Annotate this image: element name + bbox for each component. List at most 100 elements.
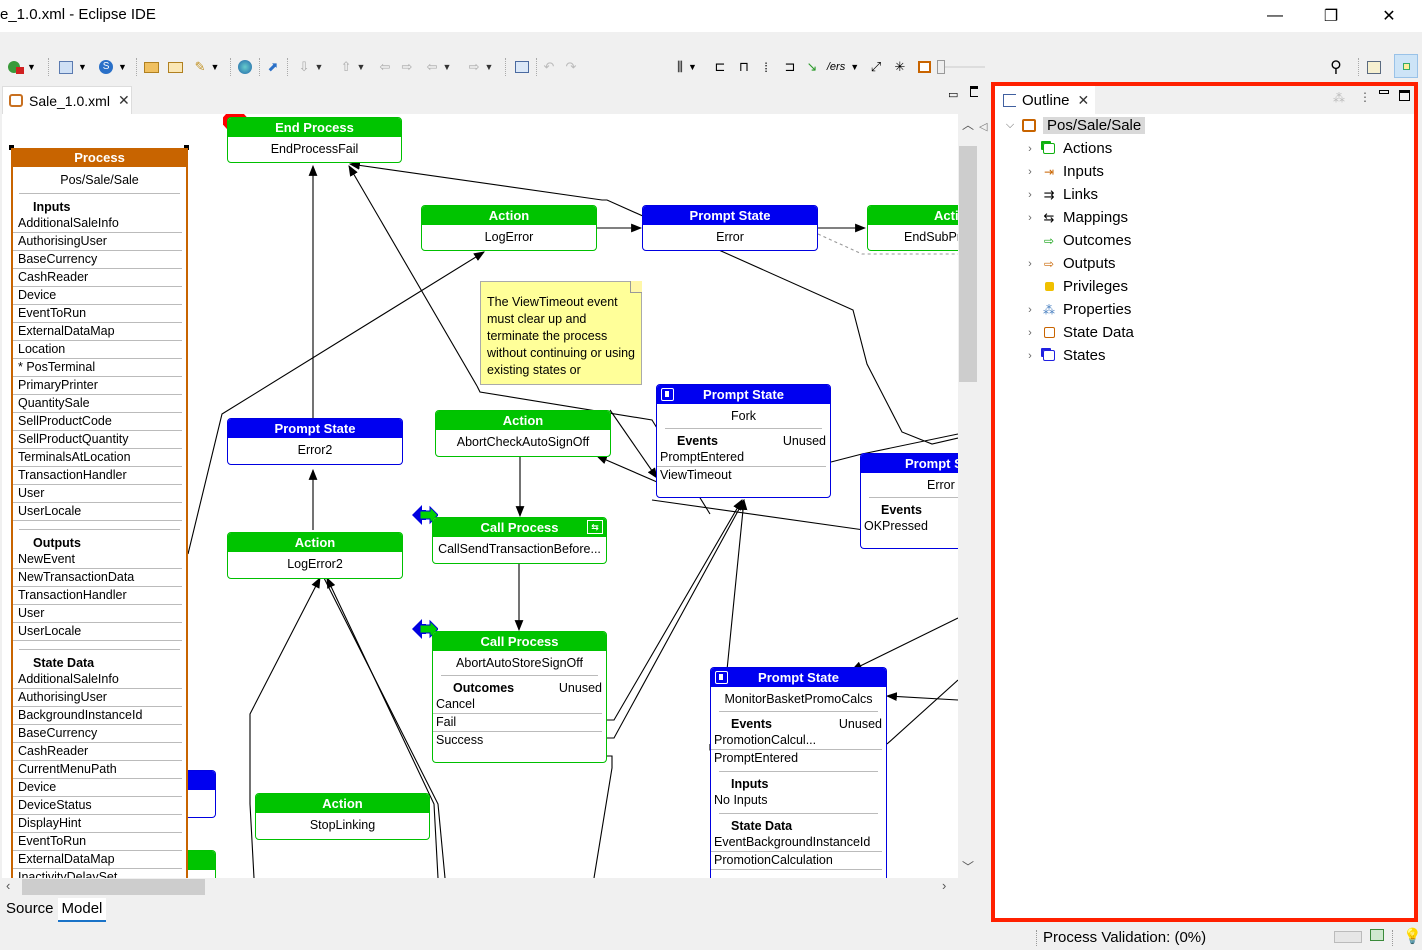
close-outline-icon[interactable]: ✕	[1078, 92, 1090, 109]
new-wizard-icon[interactable]: ▼	[56, 57, 90, 77]
process-state-data-row[interactable]: AuthorisingUser	[13, 689, 182, 707]
tip-lightbulb-icon[interactable]: 💡	[1403, 927, 1422, 945]
export-icon[interactable]: ⇧ ▼	[336, 57, 370, 77]
redo-icon[interactable]: ↷	[562, 57, 580, 77]
process-input-row[interactable]: User	[13, 485, 182, 503]
process-state-data-row[interactable]: CurrentMenuPath	[13, 761, 182, 779]
scroll-down-icon[interactable]: ﹀	[962, 858, 974, 875]
process-input-row[interactable]: SellProductQuantity	[13, 431, 182, 449]
node-prompt-monitor[interactable]: Prompt State MonitorBasketPromoCalcs Eve…	[710, 667, 887, 878]
background-tasks-icon[interactable]	[1370, 929, 1384, 941]
tree-item-properties[interactable]: › ⁂ Properties	[995, 298, 1414, 321]
expand-icon[interactable]: ⤢	[866, 57, 886, 77]
node-action-endsub[interactable]: Acti EndSubPr	[867, 205, 958, 251]
globe-icon[interactable]	[236, 57, 254, 77]
process-input-row[interactable]: UserLocale	[13, 503, 182, 521]
undo-icon[interactable]: ↶	[540, 57, 558, 77]
scroll-up-icon[interactable]: ︿	[962, 116, 974, 133]
chevron-right-icon[interactable]: ›	[1023, 258, 1037, 270]
process-state-data-row[interactable]: ExternalDataMap	[13, 851, 182, 869]
event-row[interactable]: PromotionCalcul...	[711, 732, 882, 750]
node-prompt-error2[interactable]: Prompt State Error2	[227, 418, 403, 465]
filter-icon[interactable]: ⁂	[1333, 91, 1345, 105]
process-input-row[interactable]: Location	[13, 341, 182, 359]
chevron-right-icon[interactable]: ›	[1023, 350, 1037, 362]
process-input-row[interactable]: AdditionalSaleInfo	[13, 215, 182, 233]
process-input-row[interactable]: * PosTerminal	[13, 359, 182, 377]
node-prompt-error[interactable]: Prompt State Error	[642, 205, 818, 251]
process-state-data-row[interactable]: Device	[13, 779, 182, 797]
state-data-row[interactable]: PromotionCalculation	[711, 852, 882, 870]
process-state-data-row[interactable]: BackgroundInstanceId	[13, 707, 182, 725]
close-button[interactable]: ✕	[1366, 0, 1412, 32]
tree-root[interactable]: ⌵ Pos/Sale/Sale	[995, 114, 1414, 137]
process-state-data-row[interactable]: InactivityDelaySet	[13, 869, 182, 878]
process-input-row[interactable]: PrimaryPrinter	[13, 377, 182, 395]
outcome-row[interactable]: Fail	[433, 714, 602, 732]
scroll-left-icon[interactable]: ‹	[6, 878, 10, 893]
outcome-row[interactable]: Cancel	[433, 696, 602, 714]
tree-item-privileges[interactable]: Privileges	[995, 275, 1414, 298]
chevron-down-icon[interactable]: ⌵	[1003, 119, 1017, 132]
scroll-right-icon[interactable]: ›	[942, 878, 946, 893]
process-input-row[interactable]: SellProductCode	[13, 413, 182, 431]
event-row[interactable]: OKPressed	[861, 518, 958, 536]
scroll-thumb[interactable]	[22, 879, 205, 895]
process-output-row[interactable]: NewTransactionData	[13, 569, 182, 587]
process-state-data-row[interactable]: CashReader	[13, 743, 182, 761]
tree-item-mappings[interactable]: › ⇆ Mappings	[995, 206, 1414, 229]
tree-item-outputs[interactable]: › ⇨ Outputs	[995, 252, 1414, 275]
editor-tab-sale[interactable]: Sale_1.0.xml ✕	[2, 86, 132, 114]
chevron-right-icon[interactable]: ›	[1023, 327, 1037, 339]
outcome-row[interactable]: Success	[433, 732, 602, 750]
node-callprocess-abortstore[interactable]: Call Process AbortAutoStoreSignOff Outco…	[432, 631, 607, 763]
chevron-right-icon[interactable]: ›	[1023, 143, 1037, 155]
process-input-row[interactable]: Device	[13, 287, 182, 305]
process-output-row[interactable]: NewEvent	[13, 551, 182, 569]
tree-item-inputs[interactable]: › ⇥ Inputs	[995, 160, 1414, 183]
restore-button[interactable]: ❐	[1308, 0, 1354, 32]
align-left-icon[interactable]: ⊏	[710, 57, 730, 77]
link-icon[interactable]: ↘	[802, 57, 822, 77]
chevron-right-icon[interactable]: ›	[1023, 304, 1037, 316]
tab-source[interactable]: Source	[2, 898, 58, 922]
process-state-data-row[interactable]: DeviceStatus	[13, 797, 182, 815]
scroll-thumb[interactable]	[959, 146, 977, 382]
event-row[interactable]: PromptEntered	[711, 750, 882, 768]
minimize-editor-icon[interactable]: ▭	[948, 88, 958, 101]
node-prompt-fork[interactable]: Prompt State Fork Events Unused PromptEnt…	[656, 384, 831, 498]
process-output-row[interactable]: User	[13, 605, 182, 623]
process-output-row[interactable]: UserLocale	[13, 623, 182, 641]
minimize-button[interactable]: —	[1252, 0, 1298, 32]
process-state-data-row[interactable]: AdditionalSaleInfo	[13, 671, 182, 689]
brush-icon[interactable]: ✎ ▼	[190, 57, 224, 77]
state-data-row[interactable]: EventBackgroundInstanceId	[711, 834, 882, 852]
zoom-slider[interactable]	[936, 57, 986, 77]
tree-item-state-data[interactable]: › State Data	[995, 321, 1414, 344]
minimize-view-icon[interactable]	[1379, 90, 1389, 94]
tab-model[interactable]: Model	[57, 898, 107, 922]
chevron-right-icon[interactable]: ›	[1023, 189, 1037, 201]
node-prompt-error-right[interactable]: Prompt S Error Events OKPressed	[860, 453, 958, 549]
back-icon[interactable]: ⇦ ▼	[422, 57, 456, 77]
node-action-stoplinking[interactable]: Action StopLinking	[255, 793, 430, 840]
forward-edit-icon[interactable]: ⇨	[398, 57, 416, 77]
process-input-row[interactable]: ExternalDataMap	[13, 323, 182, 341]
node-action-logerror[interactable]: Action LogError	[421, 205, 597, 251]
diagram-canvas[interactable]: End Process EndProcessFail Action LogErr…	[2, 114, 958, 878]
run-icon[interactable]: ▼	[8, 57, 36, 77]
process-input-row[interactable]: CashReader	[13, 269, 182, 287]
chevron-right-icon[interactable]: ›	[1023, 166, 1037, 178]
process-input-row[interactable]: AuthorisingUser	[13, 233, 182, 251]
new-server-icon[interactable]: S ▼	[96, 57, 130, 77]
align-top-icon[interactable]: ⫼ ▼	[670, 57, 704, 77]
open-file-icon[interactable]	[166, 57, 184, 77]
forward-icon[interactable]: ⇨ ▼	[464, 57, 498, 77]
process-node[interactable]: Process Pos/Sale/Sale Inputs AdditionalS…	[11, 148, 188, 878]
image-icon[interactable]	[914, 57, 934, 77]
node-end-process[interactable]: End Process EndProcessFail	[227, 117, 402, 163]
process-perspective-icon[interactable]	[1394, 54, 1418, 78]
event-row[interactable]: PromptEntered	[657, 449, 826, 467]
collapse-icon[interactable]: ✳	[890, 57, 910, 77]
import-icon[interactable]: ⇩ ▼	[294, 57, 328, 77]
